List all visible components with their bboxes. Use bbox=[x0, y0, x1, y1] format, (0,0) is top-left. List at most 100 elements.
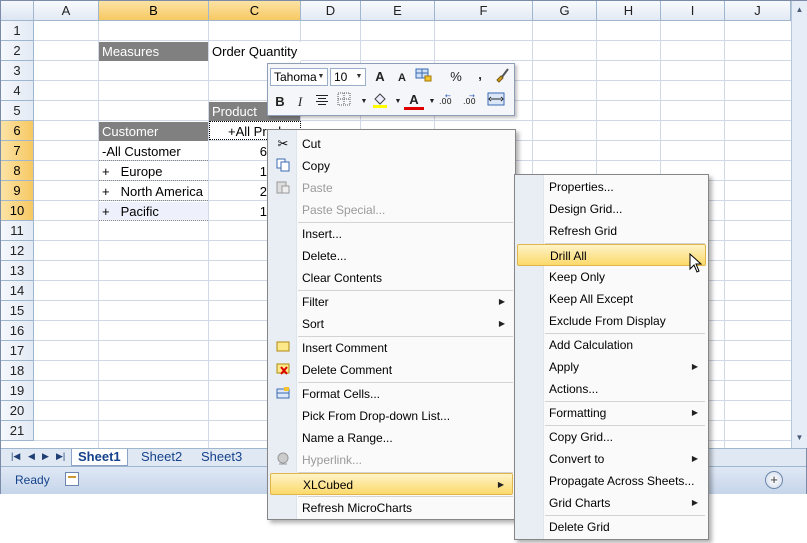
merge-center-icon[interactable] bbox=[486, 92, 506, 112]
column-header-a[interactable]: A bbox=[34, 1, 99, 21]
row-header-11[interactable]: 11 bbox=[1, 221, 34, 241]
menu-item-sort[interactable]: Sort ▶ bbox=[270, 313, 513, 335]
submenu-item-keep-all-except[interactable]: Keep All Except bbox=[517, 288, 706, 310]
paintbrush-icon[interactable] bbox=[492, 67, 512, 87]
menu-item-refresh-microcharts[interactable]: Refresh MicroCharts bbox=[270, 497, 513, 519]
row-header-3[interactable]: 3 bbox=[1, 61, 34, 81]
cell-c2-order-quantity[interactable]: Order Quantity bbox=[209, 42, 301, 61]
submenu-item-grid-charts[interactable]: Grid Charts ▶ bbox=[517, 492, 706, 514]
row-header-12[interactable]: 12 bbox=[1, 241, 34, 261]
menu-item-delete[interactable]: Delete... bbox=[270, 245, 513, 267]
next-sheet-icon[interactable]: ▶ bbox=[42, 451, 49, 462]
menu-item-xlcubed[interactable]: XLCubed ▶ bbox=[270, 473, 513, 495]
submenu-item-formatting[interactable]: Formatting ▶ bbox=[517, 402, 706, 424]
expand-sign[interactable]: + bbox=[102, 164, 110, 179]
row-header-13[interactable]: 13 bbox=[1, 261, 34, 281]
row-header-15[interactable]: 15 bbox=[1, 301, 34, 321]
bold-icon[interactable]: B bbox=[270, 92, 290, 112]
row-header-17[interactable]: 17 bbox=[1, 341, 34, 361]
menu-item-name-range[interactable]: Name a Range... bbox=[270, 427, 513, 449]
cell-b9-north-america[interactable]: + North America bbox=[99, 182, 208, 201]
cell-b10-pacific[interactable]: + Pacific bbox=[99, 202, 208, 221]
submenu-item-propagate[interactable]: Propagate Across Sheets... bbox=[517, 470, 706, 492]
row-header-7[interactable]: 7 bbox=[1, 141, 34, 161]
column-header-j[interactable]: J bbox=[725, 1, 791, 21]
fill-color-icon[interactable] bbox=[370, 92, 390, 112]
prev-sheet-icon[interactable]: ◀ bbox=[28, 451, 35, 462]
row-header-10[interactable]: 10 bbox=[1, 201, 34, 221]
scroll-up-icon[interactable]: ▲ bbox=[794, 3, 805, 17]
menu-item-pick-from-list[interactable]: Pick From Drop-down List... bbox=[270, 405, 513, 427]
format-painter-table-icon[interactable] bbox=[414, 67, 434, 87]
italic-icon[interactable]: I bbox=[290, 92, 310, 112]
row-header-19[interactable]: 19 bbox=[1, 381, 34, 401]
cell-c7-value[interactable]: 6 bbox=[209, 142, 269, 161]
tab-sheet2[interactable]: Sheet2 bbox=[135, 449, 188, 465]
column-header-c[interactable]: C bbox=[209, 1, 301, 21]
column-header-g[interactable]: G bbox=[533, 1, 597, 21]
menu-item-copy[interactable]: Copy bbox=[270, 155, 513, 177]
submenu-item-exclude-from-display[interactable]: Exclude From Display bbox=[517, 310, 706, 332]
menu-item-paste-special[interactable]: Paste Special... bbox=[270, 199, 513, 221]
row-header-18[interactable]: 18 bbox=[1, 361, 34, 381]
comma-icon[interactable]: , bbox=[470, 65, 490, 85]
menu-item-insert[interactable]: Insert... bbox=[270, 223, 513, 245]
font-color-icon[interactable]: A bbox=[404, 91, 424, 110]
vertical-scrollbar[interactable]: ▲ ▼ bbox=[791, 1, 807, 448]
submenu-item-keep-only[interactable]: Keep Only bbox=[517, 266, 706, 288]
submenu-item-add-calculation[interactable]: Add Calculation bbox=[517, 334, 706, 356]
cell-b8-europe[interactable]: + Europe bbox=[99, 162, 208, 181]
decrease-decimal-icon[interactable]: .00 → bbox=[462, 92, 482, 112]
column-header-d[interactable]: D bbox=[301, 1, 361, 21]
submenu-item-design-grid[interactable]: Design Grid... bbox=[517, 198, 706, 220]
grow-font-icon[interactable]: A bbox=[370, 67, 390, 87]
expand-sign[interactable]: + bbox=[102, 184, 110, 199]
cell-c9-value[interactable]: 2 bbox=[209, 182, 269, 201]
submenu-item-convert-to[interactable]: Convert to ▶ bbox=[517, 448, 706, 470]
borders-icon[interactable] bbox=[334, 92, 354, 112]
submenu-item-actions[interactable]: Actions... bbox=[517, 378, 706, 400]
first-sheet-icon[interactable]: |◀ bbox=[11, 451, 20, 462]
center-align-icon[interactable] bbox=[312, 92, 332, 112]
column-header-b[interactable]: B bbox=[99, 1, 209, 21]
zoom-in-button[interactable]: + bbox=[765, 471, 783, 489]
cell-b2-measures[interactable]: Measures bbox=[99, 42, 208, 61]
submenu-item-properties[interactable]: Properties... bbox=[517, 176, 706, 198]
submenu-item-drill-all[interactable]: Drill All bbox=[517, 244, 706, 266]
row-header-5[interactable]: 5 bbox=[1, 101, 34, 121]
scroll-down-icon[interactable]: ▼ bbox=[794, 431, 805, 445]
menu-item-format-cells[interactable]: Format Cells... bbox=[270, 383, 513, 405]
menu-item-insert-comment[interactable]: Insert Comment bbox=[270, 337, 513, 359]
macro-record-icon[interactable] bbox=[65, 472, 79, 486]
chevron-down-icon[interactable]: ▼ bbox=[315, 69, 327, 85]
row-header-1[interactable]: 1 bbox=[1, 21, 34, 41]
submenu-item-delete-grid[interactable]: Delete Grid bbox=[517, 516, 706, 538]
increase-decimal-icon[interactable]: .00 ← bbox=[438, 92, 458, 112]
row-header-9[interactable]: 9 bbox=[1, 181, 34, 201]
font-name-combo[interactable]: Tahoma ▼ bbox=[270, 68, 328, 86]
menu-item-cut[interactable]: ✂ Cut bbox=[270, 133, 513, 155]
font-size-combo[interactable]: 10 ▼ bbox=[330, 68, 366, 86]
row-header-4[interactable]: 4 bbox=[1, 81, 34, 101]
menu-item-paste[interactable]: Paste bbox=[270, 177, 513, 199]
last-sheet-icon[interactable]: ▶| bbox=[56, 451, 65, 462]
chevron-down-icon[interactable]: ▼ bbox=[353, 69, 365, 85]
row-header-2[interactable]: 2 bbox=[1, 41, 34, 61]
column-header-f[interactable]: F bbox=[435, 1, 533, 21]
percent-icon[interactable]: % bbox=[446, 67, 466, 87]
cell-c8-value[interactable]: 1 bbox=[209, 162, 269, 181]
menu-item-filter[interactable]: Filter ▶ bbox=[270, 291, 513, 313]
cell-c10-value[interactable]: 1 bbox=[209, 202, 269, 221]
cell-b6-customer[interactable]: Customer bbox=[99, 122, 208, 141]
row-header-21[interactable]: 21 bbox=[1, 421, 34, 441]
submenu-item-refresh-grid[interactable]: Refresh Grid bbox=[517, 220, 706, 242]
row-header-8[interactable]: 8 bbox=[1, 161, 34, 181]
row-header-16[interactable]: 16 bbox=[1, 321, 34, 341]
submenu-item-copy-grid[interactable]: Copy Grid... bbox=[517, 426, 706, 448]
column-header-h[interactable]: H bbox=[597, 1, 661, 21]
row-header-20[interactable]: 20 bbox=[1, 401, 34, 421]
shrink-font-icon[interactable]: A bbox=[392, 68, 412, 88]
column-header-i[interactable]: I bbox=[661, 1, 725, 21]
select-all-corner[interactable] bbox=[1, 1, 34, 21]
expand-sign[interactable]: + bbox=[102, 204, 110, 219]
